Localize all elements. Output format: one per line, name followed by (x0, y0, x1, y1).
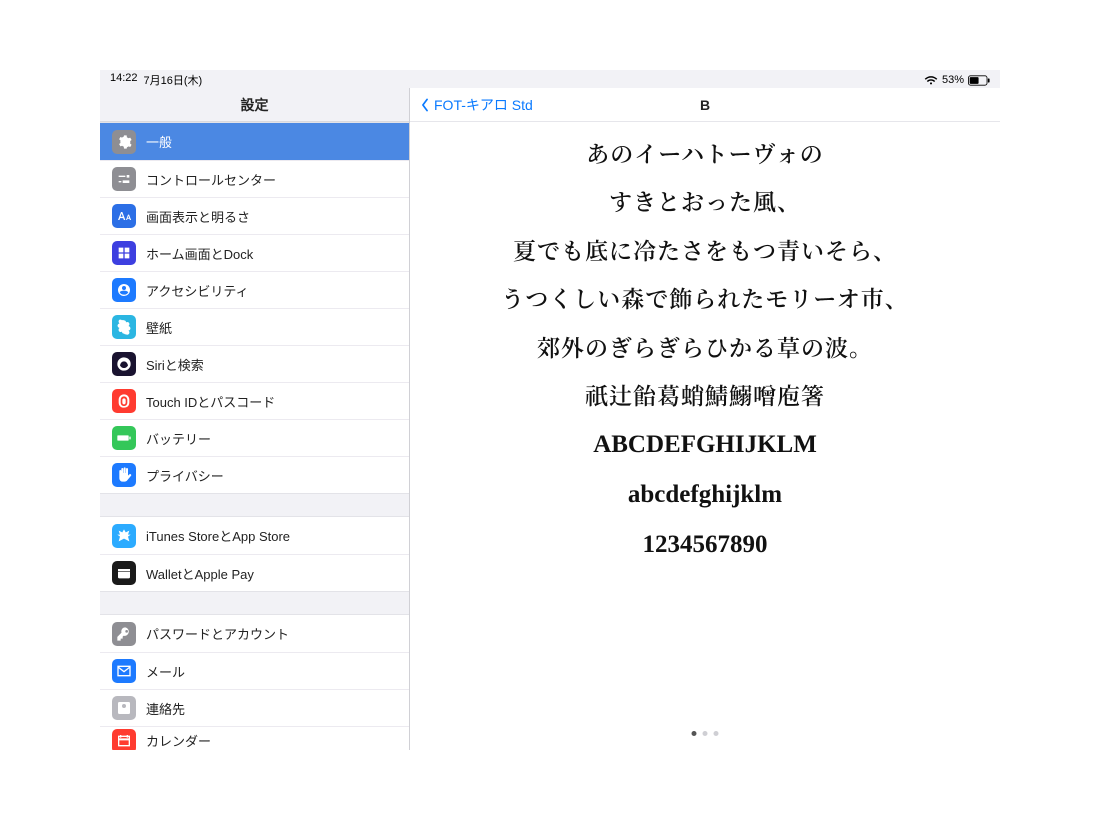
sidebar-item-label: WalletとApple Pay (146, 564, 254, 583)
siri-icon (112, 352, 136, 376)
flower-icon (112, 315, 136, 339)
sidebar-item-label: 連絡先 (146, 699, 185, 718)
contacts-icon (112, 696, 136, 720)
detail-title: B (700, 97, 710, 113)
page-dot[interactable] (692, 731, 697, 736)
sidebar-item-display[interactable]: 画面表示と明るさ (100, 197, 409, 234)
sidebar-item-siri[interactable]: Siriと検索 (100, 345, 409, 382)
sidebar-item-label: 画面表示と明るさ (146, 207, 250, 226)
finger-icon (112, 389, 136, 413)
preview-line: 1234567890 (643, 531, 768, 559)
sidebar-item-label: プライバシー (146, 466, 224, 485)
preview-line: あのイーハトーヴォの (586, 140, 823, 166)
preview-line: すきとおった風、 (609, 188, 801, 214)
sidebar-item-label: コントロールセンター (146, 170, 276, 189)
detail-pane: FOT-キアロ Std B あのイーハトーヴォのすきとおった風、夏でも底に冷たさ… (410, 88, 1000, 750)
calendar-icon (112, 729, 136, 751)
sidebar-item-battery[interactable]: バッテリー (100, 419, 409, 456)
appstore-icon (112, 524, 136, 548)
sidebar-item-label: Siriと検索 (146, 355, 204, 374)
ipad-screen: 14:22 7月16日(木) 53% 設定 一般コントロールセンター画面表示と明… (100, 70, 1000, 750)
sidebar-item-home-dock[interactable]: ホーム画面とDock (100, 234, 409, 271)
sidebar-item-mail[interactable]: メール (100, 652, 409, 689)
preview-line: 郊外のぎらぎらひかる草の波。 (537, 334, 873, 360)
sidebar-item-label: ホーム画面とDock (146, 244, 253, 263)
preview-line: 祇辻飴葛蛸鯖鰯噌庖箸 (585, 382, 825, 408)
sidebar-item-label: 一般 (146, 132, 172, 151)
sidebar-item-label: Touch IDとパスコード (146, 392, 275, 411)
back-button-label: FOT-キアロ Std (434, 95, 533, 115)
sidebar-item-privacy[interactable]: プライバシー (100, 456, 409, 493)
status-time: 14:22 (110, 72, 138, 88)
sidebar-item-contacts[interactable]: 連絡先 (100, 689, 409, 726)
page-dot[interactable] (714, 731, 719, 736)
wallet-icon (112, 561, 136, 585)
sidebar-item-passwords[interactable]: パスワードとアカウント (100, 615, 409, 652)
detail-navbar: FOT-キアロ Std B (410, 88, 1000, 122)
sidebar-item-label: iTunes StoreとApp Store (146, 526, 290, 545)
sidebar-item-calendar[interactable]: カレンダー (100, 726, 409, 750)
font-preview[interactable]: あのイーハトーヴォのすきとおった風、夏でも底に冷たさをもつ青いそら、うつくしい森… (410, 122, 1000, 750)
sidebar-item-label: アクセシビリティ (146, 281, 249, 300)
sidebar-title: 設定 (100, 88, 409, 122)
wifi-icon (924, 75, 938, 86)
page-dot[interactable] (703, 731, 708, 736)
sidebar-item-accessibility[interactable]: アクセシビリティ (100, 271, 409, 308)
gear-icon (112, 130, 136, 154)
page-indicator[interactable] (692, 731, 719, 736)
person-icon (112, 278, 136, 302)
preview-line: うつくしい森で飾られたモリーオ市、 (501, 285, 909, 311)
sidebar-item-general[interactable]: 一般 (100, 123, 409, 160)
sidebar-item-label: バッテリー (146, 429, 211, 448)
status-bar: 14:22 7月16日(木) 53% (100, 70, 1000, 88)
sidebar-item-control-center[interactable]: コントロールセンター (100, 160, 409, 197)
sidebar-item-wallpaper[interactable]: 壁紙 (100, 308, 409, 345)
battery-icon (112, 426, 136, 450)
hand-icon (112, 463, 136, 487)
mail-icon (112, 659, 136, 683)
sidebar-item-label: カレンダー (146, 731, 211, 750)
sidebar-item-label: 壁紙 (146, 318, 172, 337)
battery-icon (968, 75, 990, 86)
battery-pct: 53% (942, 74, 964, 86)
preview-line: ABCDEFGHIJKLM (593, 431, 817, 459)
settings-sidebar: 設定 一般コントロールセンター画面表示と明るさホーム画面とDock アクセシビリテ… (100, 88, 410, 750)
sidebar-item-label: メール (146, 662, 185, 681)
back-button[interactable]: FOT-キアロ Std (418, 95, 533, 115)
sliders-icon (112, 167, 136, 191)
sidebar-item-touchid[interactable]: Touch IDとパスコード (100, 382, 409, 419)
preview-line: 夏でも底に冷たさをもつ青いそら、 (513, 237, 897, 263)
preview-line: abcdefghijklm (628, 481, 782, 509)
grid-icon (112, 241, 136, 265)
sidebar-item-wallet[interactable]: WalletとApple Pay (100, 554, 409, 591)
aa-icon (112, 204, 136, 228)
sidebar-item-label: パスワードとアカウント (146, 624, 289, 643)
sidebar-item-itunes[interactable]: iTunes StoreとApp Store (100, 517, 409, 554)
status-date: 7月16日(木) (144, 72, 203, 88)
key-icon (112, 622, 136, 646)
